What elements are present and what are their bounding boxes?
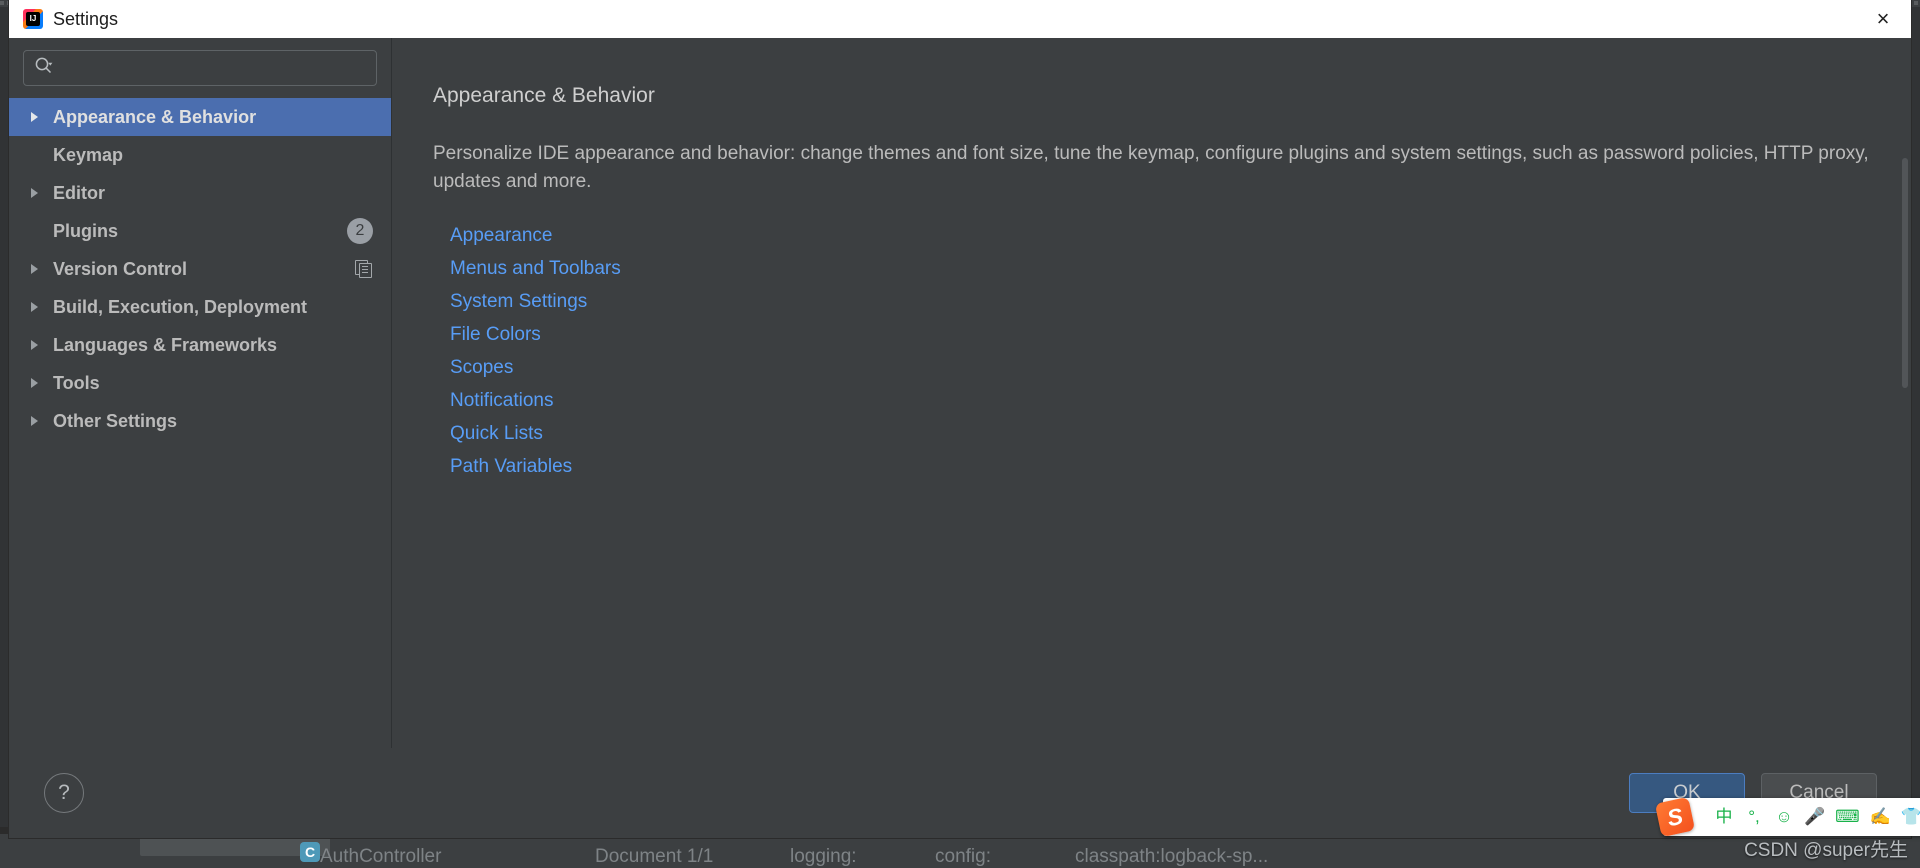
chinese-mode-icon[interactable]: 中 bbox=[1714, 805, 1734, 829]
sidebar-item-version-control[interactable]: Version Control bbox=[9, 250, 391, 288]
search-input[interactable] bbox=[61, 58, 366, 78]
sidebar-item-editor[interactable]: Editor bbox=[9, 174, 391, 212]
sidebar-item-build-execution-deployment[interactable]: Build, Execution, Deployment bbox=[9, 288, 391, 326]
sidebar-item-tools[interactable]: Tools bbox=[9, 364, 391, 402]
sogou-logo[interactable]: S bbox=[1654, 796, 1696, 838]
sidebar-item-label: Appearance & Behavior bbox=[53, 106, 257, 127]
copy-icon[interactable] bbox=[355, 260, 373, 278]
punctuation-icon[interactable]: °, bbox=[1744, 805, 1764, 829]
soft-keyboard-icon[interactable]: ⌨ bbox=[1835, 805, 1860, 829]
content-link-scopes[interactable]: Scopes bbox=[433, 351, 513, 384]
microphone-icon[interactable]: 🎤 bbox=[1804, 805, 1825, 829]
content-link-system-settings[interactable]: System Settings bbox=[433, 285, 587, 318]
handwriting-icon[interactable]: ✍ bbox=[1870, 805, 1891, 829]
search-area bbox=[9, 38, 391, 96]
help-button[interactable]: ? bbox=[44, 773, 84, 813]
settings-dialog: Settings × bbox=[9, 0, 1911, 838]
background-status-fragment: AuthController bbox=[320, 846, 442, 867]
intellij-idea-icon bbox=[23, 9, 43, 29]
content-link-appearance[interactable]: Appearance bbox=[433, 219, 552, 252]
page-description: Personalize IDE appearance and behavior:… bbox=[433, 143, 1869, 192]
expand-triangle-icon[interactable] bbox=[31, 340, 53, 350]
class-icon: C bbox=[300, 842, 320, 862]
expand-triangle-icon[interactable] bbox=[31, 112, 53, 122]
screen: C AuthController Document 1/1 logging: conf… bbox=[0, 0, 1920, 868]
sidebar-item-label: Other Settings bbox=[53, 410, 178, 431]
plugins-update-badge: 2 bbox=[347, 218, 373, 244]
sogou-ime-toolbar[interactable]: S 中 °, ☺ 🎤 ⌨ ✍ 👕 bbox=[1654, 796, 1920, 838]
content-scrollbar[interactable] bbox=[1902, 158, 1908, 388]
sidebar-item-label: Version Control bbox=[53, 258, 188, 279]
skin-icon[interactable]: 👕 bbox=[1901, 805, 1920, 829]
sidebar-item-appearance-behavior[interactable]: Appearance & Behavior bbox=[9, 98, 391, 136]
background-status-fragment: classpath:logback-sp... bbox=[1075, 846, 1269, 867]
expand-triangle-icon[interactable] bbox=[31, 302, 53, 312]
settings-tree: Appearance & Behavior Keymap Editor Plugins… bbox=[9, 96, 391, 748]
sidebar-item-languages-frameworks[interactable]: Languages & Frameworks bbox=[9, 326, 391, 364]
sidebar-item-label: Languages & Frameworks bbox=[53, 334, 278, 355]
background-left-strip bbox=[0, 7, 32, 827]
content-link-quick-lists[interactable]: Quick Lists bbox=[433, 417, 543, 450]
settings-content-panel: Appearance & Behavior Personalize IDE ap… bbox=[392, 38, 1911, 748]
sidebar-item-label: Build, Execution, Deployment bbox=[53, 296, 308, 317]
dialog-body: Appearance & Behavior Keymap Editor Plugins… bbox=[9, 38, 1911, 748]
emoji-icon[interactable]: ☺ bbox=[1774, 805, 1794, 829]
sidebar-item-plugins[interactable]: Plugins 2 bbox=[9, 212, 391, 250]
background-status-fragment: Document 1/1 bbox=[595, 846, 714, 867]
sidebar-item-keymap[interactable]: Keymap bbox=[9, 136, 391, 174]
search-box[interactable] bbox=[23, 50, 377, 86]
background-status-fragment: config: bbox=[935, 846, 991, 867]
background-status-bar: C AuthController Document 1/1 logging: conf… bbox=[0, 834, 1920, 868]
expand-triangle-icon[interactable] bbox=[31, 264, 53, 274]
content-link-path-variables[interactable]: Path Variables bbox=[433, 450, 572, 483]
csdn-watermark: CSDN @super先生 bbox=[1744, 840, 1908, 861]
sidebar-item-label: Tools bbox=[53, 372, 100, 393]
sidebar-item-label: Plugins bbox=[53, 220, 119, 241]
sidebar-item-other-settings[interactable]: Other Settings bbox=[9, 402, 391, 440]
dialog-title-bar: Settings × bbox=[9, 0, 1911, 38]
subsection-link-list: Appearance Menus and Toolbars System Setti… bbox=[433, 219, 1911, 483]
expand-triangle-icon[interactable] bbox=[31, 416, 53, 426]
expand-triangle-icon[interactable] bbox=[31, 378, 53, 388]
content-link-file-colors[interactable]: File Colors bbox=[433, 318, 541, 351]
content-link-menus-and-toolbars[interactable]: Menus and Toolbars bbox=[433, 252, 621, 285]
close-icon[interactable]: × bbox=[1855, 0, 1911, 38]
expand-triangle-icon[interactable] bbox=[31, 188, 53, 198]
sidebar-item-label: Keymap bbox=[53, 144, 124, 165]
dialog-footer: ? OK Cancel bbox=[9, 748, 1911, 838]
settings-sidebar: Appearance & Behavior Keymap Editor Plugins… bbox=[9, 38, 392, 748]
search-icon bbox=[34, 56, 53, 80]
dialog-title: Settings bbox=[53, 8, 119, 29]
content-link-notifications[interactable]: Notifications bbox=[433, 384, 554, 417]
page-title: Appearance & Behavior bbox=[433, 84, 655, 107]
sidebar-item-label: Editor bbox=[53, 182, 105, 203]
background-status-fragment: logging: bbox=[790, 846, 857, 867]
